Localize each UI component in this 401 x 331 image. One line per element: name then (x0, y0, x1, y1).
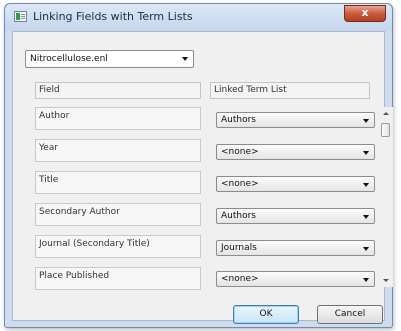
term-list-select[interactable]: <none> (216, 144, 375, 160)
scroll-down-arrow-icon[interactable] (383, 279, 389, 282)
endnote-app-icon (14, 11, 27, 22)
scrollbar-thumb[interactable] (381, 123, 390, 137)
term-list-select[interactable]: Authors (216, 208, 375, 224)
term-list-select[interactable]: <none> (216, 271, 375, 287)
term-list-value: Authors (221, 211, 256, 221)
term-list-value: Authors (221, 115, 256, 125)
chevron-down-icon (363, 215, 369, 219)
linking-fields-dialog: Linking Fields with Term Lists x Nitroce… (4, 3, 393, 328)
field-name-cell: Secondary Author (35, 203, 201, 226)
library-file-value: Nitrocellulose.enl (30, 54, 108, 64)
cancel-button[interactable]: Cancel (317, 305, 383, 324)
chevron-down-icon (182, 57, 188, 61)
field-column-header: Field (35, 82, 201, 99)
chevron-down-icon (363, 278, 369, 282)
term-list-value: Journals (221, 243, 257, 253)
term-list-value: <none> (221, 147, 259, 157)
term-list-select[interactable]: Journals (216, 240, 375, 256)
dialog-body: Nitrocellulose.enl Field Linked Term Lis… (12, 31, 393, 324)
ok-button[interactable]: OK (233, 305, 299, 324)
field-name-cell: Year (35, 139, 201, 162)
term-list-select[interactable]: <none> (216, 176, 375, 192)
chevron-down-icon (363, 119, 369, 123)
term-list-select[interactable]: Authors (216, 112, 375, 128)
field-name-cell: Author (35, 107, 201, 130)
term-list-value: <none> (221, 274, 259, 284)
field-name-cell: Title (35, 171, 201, 194)
chevron-down-icon (363, 247, 369, 251)
chevron-down-icon (363, 183, 369, 187)
vertical-scrollbar[interactable] (379, 107, 393, 287)
title-bar[interactable]: Linking Fields with Term Lists x (5, 4, 392, 31)
scroll-up-arrow-icon[interactable] (383, 112, 389, 115)
library-file-select[interactable]: Nitrocellulose.enl (25, 50, 194, 68)
close-button[interactable]: x (344, 5, 386, 22)
term-list-value: <none> (221, 179, 259, 189)
field-name-cell: Journal (Secondary Title) (35, 235, 201, 258)
chevron-down-icon (363, 151, 369, 155)
term-list-column-header: Linked Term List (210, 82, 370, 99)
dialog-title: Linking Fields with Term Lists (33, 10, 193, 23)
field-name-cell: Place Published (35, 267, 201, 290)
